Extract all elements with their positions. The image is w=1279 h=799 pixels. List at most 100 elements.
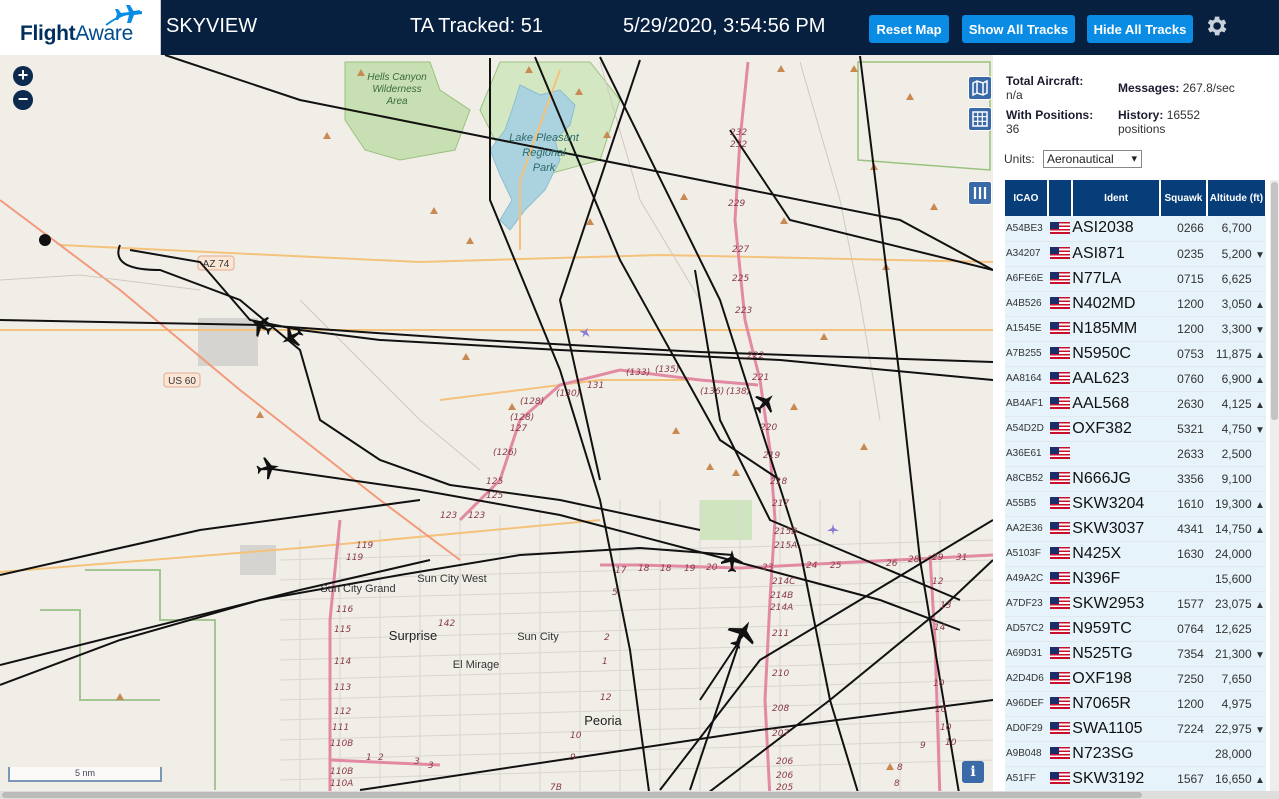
table-row[interactable]: A36E61 2633 2,500 (1005, 441, 1266, 467)
icao-cell: A54BE3 (1005, 216, 1048, 242)
table-row[interactable]: AA8164 AAL623 0760 6,900 ▲ (1005, 366, 1266, 392)
svg-text:Surprise: Surprise (389, 628, 437, 643)
table-row[interactable]: A51FF SKW3192 1567 16,650 ▲ (1005, 766, 1266, 791)
zoom-out-button[interactable]: − (13, 90, 33, 110)
reset-map-button[interactable]: Reset Map (869, 15, 949, 43)
airport-icon[interactable] (827, 524, 839, 535)
svg-text:119: 119 (356, 541, 373, 551)
us-flag-icon (1049, 322, 1070, 335)
scrollbar-thumb[interactable] (2, 792, 1142, 798)
units-select[interactable]: Aeronautical (1043, 150, 1142, 168)
table-row[interactable]: A34207 ASI871 0235 5,200 ▼ (1005, 241, 1266, 267)
us-flag-icon (1049, 372, 1070, 385)
airport-icon[interactable] (577, 325, 593, 341)
table-row[interactable]: A2D4D6 OXF198 7250 7,650 (1005, 666, 1266, 692)
svg-text:3: 3 (414, 757, 420, 767)
svg-text:206: 206 (776, 771, 793, 781)
gear-icon[interactable] (1203, 13, 1229, 39)
altitude-cell: 6,625 (1206, 266, 1266, 292)
svg-text:(128): (128) (510, 413, 534, 423)
svg-text:20: 20 (706, 563, 718, 573)
table-scrollbar[interactable] (1270, 180, 1279, 791)
map-view[interactable]: 232 232 229 227 225 223 222 221 220 219 218 217 … (0, 55, 993, 799)
horizontal-scrollbar[interactable] (0, 791, 1279, 799)
svg-text:25: 25 (830, 561, 842, 571)
altitude-cell: 24,000 (1206, 541, 1266, 567)
table-row[interactable]: A55B5 SKW3204 1610 19,300 ▲ (1005, 491, 1266, 517)
altitude-cell: 3,050 ▲ (1206, 291, 1266, 317)
col-altitude[interactable]: Altitude (ft) (1206, 180, 1268, 216)
flag-cell (1047, 441, 1073, 467)
col-icao[interactable]: ICAO (1005, 180, 1049, 216)
flag-cell (1047, 366, 1073, 392)
table-row[interactable]: A1545E N185MM 1200 3,300 ▼ (1005, 316, 1266, 342)
icao-cell: A7B255 (1005, 341, 1048, 367)
altitude-cell: 16,650 ▲ (1206, 766, 1266, 791)
zoom-in-button[interactable]: + (13, 66, 33, 86)
svg-text:110A: 110A (330, 779, 353, 789)
table-row[interactable]: A54BE3 ASI2038 0266 6,700 (1005, 216, 1266, 242)
flag-cell (1047, 316, 1073, 342)
altitude-value: 21,300 (1214, 646, 1252, 661)
altitude-cell: 6,700 (1206, 216, 1266, 242)
table-row[interactable]: AD57C2 N959TC 0764 12,625 (1005, 616, 1266, 642)
svg-text:2: 2 (378, 753, 384, 763)
svg-text:28: 28 (908, 555, 920, 565)
us-flag-icon (1049, 547, 1070, 560)
altitude-cell: 15,600 (1206, 566, 1266, 592)
position-marker[interactable] (39, 234, 51, 246)
aircraft-table: ICAO Ident Squawk Altitude (ft) A54BE3 AS… (1005, 180, 1268, 791)
svg-text:142: 142 (438, 619, 455, 629)
map-canvas[interactable]: 232232229 227225223 222221220 219218217 … (0, 55, 993, 799)
squawk-cell: 7224 (1159, 716, 1207, 742)
altitude-value: 6,900 (1221, 371, 1252, 386)
table-row[interactable]: A4B526 N402MD 1200 3,050 ▲ (1005, 291, 1266, 317)
table-row[interactable]: AD0F29 SWA1105 7224 22,975 ▼ (1005, 716, 1266, 742)
reserve-boundary-2 (40, 609, 160, 701)
squawk-cell: 1200 (1159, 691, 1207, 717)
altitude-cell: 12,625 (1206, 616, 1266, 642)
altitude-value: 19,300 (1214, 496, 1252, 511)
column-toggle-button[interactable] (968, 181, 992, 205)
altitude-value: 28,000 (1214, 746, 1252, 761)
icao-cell: AB4AF1 (1005, 391, 1048, 417)
icao-cell: A5103F (1005, 541, 1048, 567)
map-scale-bar: 5 nm (8, 767, 162, 782)
svg-text:125: 125 (486, 491, 503, 501)
svg-text:225: 225 (732, 274, 749, 284)
us-flag-icon (1049, 447, 1070, 460)
table-row[interactable]: A7DF23 SKW2953 1577 23,075 ▲ (1005, 591, 1266, 617)
hide-all-tracks-button[interactable]: Hide All Tracks (1087, 15, 1193, 43)
table-row[interactable]: A6FE6E N77LA 0715 6,625 (1005, 266, 1266, 292)
table-row[interactable]: A49A2C N396F 15,600 (1005, 566, 1266, 592)
flightaware-logo[interactable]: FlightAware (0, 0, 161, 55)
positions-stat: With Positions: 36 (1006, 108, 1094, 136)
us-flag-icon (1049, 397, 1070, 410)
icao-cell: AD0F29 (1005, 716, 1048, 742)
squawk-cell: 4341 (1159, 516, 1207, 542)
svg-text:19: 19 (684, 564, 696, 574)
col-flag[interactable] (1047, 180, 1074, 216)
table-row[interactable]: A54D2D OXF382 5321 4,750 ▼ (1005, 416, 1266, 442)
table-row[interactable]: AB4AF1 AAL568 2630 4,125 ▲ (1005, 391, 1266, 417)
us-flag-icon (1049, 272, 1070, 285)
show-all-tracks-button[interactable]: Show All Tracks (962, 15, 1075, 43)
table-row[interactable]: A9B048 N723SG 28,000 (1005, 741, 1266, 767)
info-button[interactable]: i (962, 761, 984, 783)
svg-text:221: 221 (752, 373, 769, 383)
col-ident[interactable]: Ident (1072, 180, 1161, 216)
table-row[interactable]: AA2E36 SKW3037 4341 14,750 ▲ (1005, 516, 1266, 542)
scrollbar-thumb[interactable] (1271, 182, 1278, 420)
table-row[interactable]: A96DEF N7065R 1200 4,975 (1005, 691, 1266, 717)
svg-text:Sun City: Sun City (517, 631, 559, 643)
col-squawk[interactable]: Squawk (1159, 180, 1208, 216)
svg-text:131: 131 (587, 381, 604, 391)
svg-text:211: 211 (772, 629, 789, 639)
grid-toggle-button[interactable] (968, 107, 992, 131)
table-row[interactable]: A8CB52 N666JG 3356 9,100 (1005, 466, 1266, 492)
table-row[interactable]: A69D31 N525TG 7354 21,300 ▼ (1005, 641, 1266, 667)
map-layers-button[interactable] (968, 76, 992, 100)
svg-text:18: 18 (660, 564, 672, 574)
table-row[interactable]: A5103F N425X 1630 24,000 (1005, 541, 1266, 567)
table-row[interactable]: A7B255 N5950C 0753 11,875 ▲ (1005, 341, 1266, 367)
